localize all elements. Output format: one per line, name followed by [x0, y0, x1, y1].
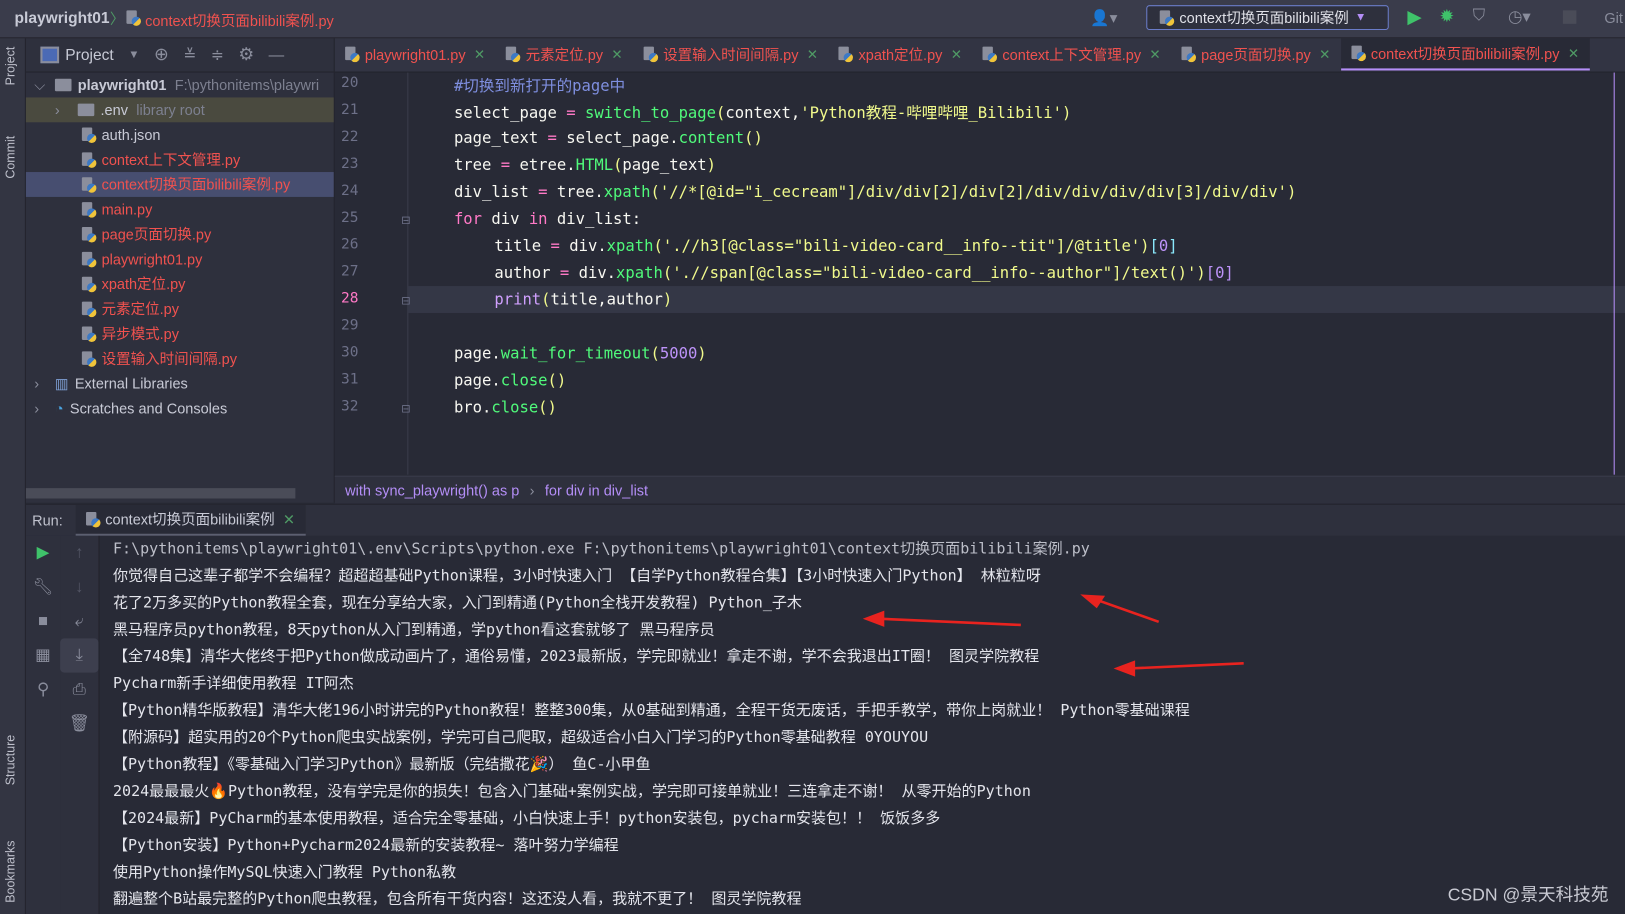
annotation-arrow — [878, 617, 1021, 627]
annotation-arrow — [1094, 597, 1160, 624]
annotation-arrowhead — [1113, 660, 1136, 677]
pycharm-window: playwright01 〉 context切换页面bilibili案例.py … — [0, 0, 1625, 914]
watermark: CSDN @景天科技苑 — [1447, 885, 1609, 905]
annotation-arrow — [1129, 662, 1244, 670]
annotation-arrows — [862, 594, 1244, 677]
annotation-arrowhead — [1080, 594, 1106, 609]
annotation-arrowhead — [862, 610, 885, 627]
